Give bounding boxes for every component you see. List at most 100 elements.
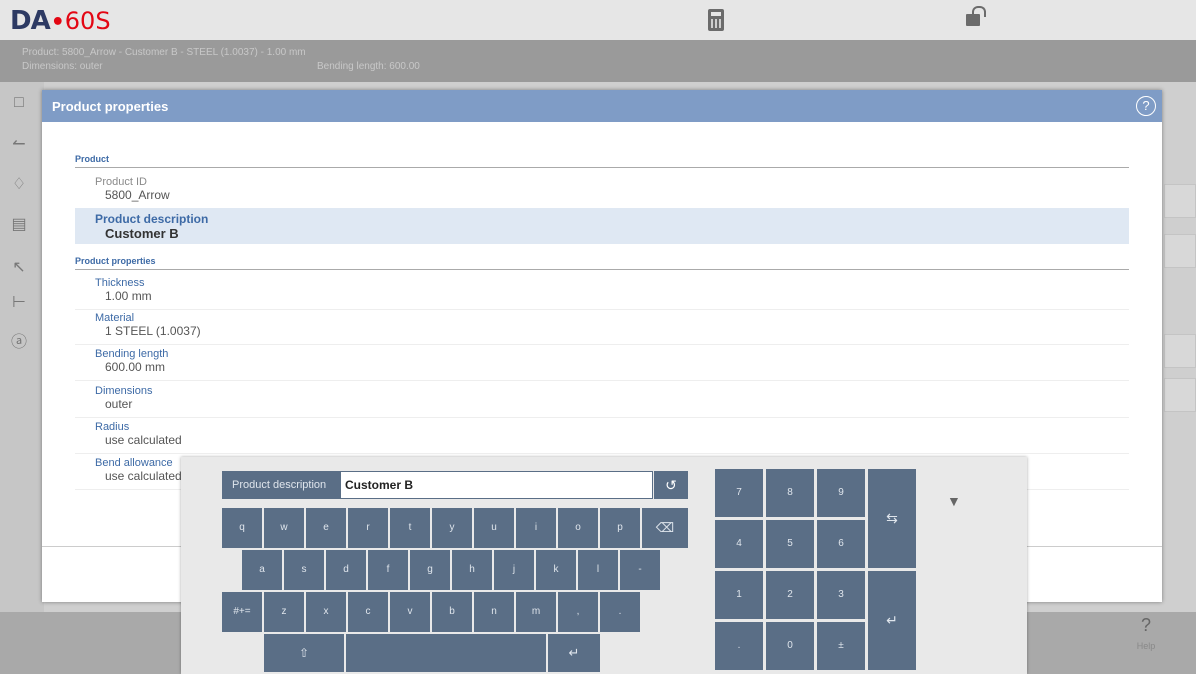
profile-icon[interactable]: ↼	[8, 134, 30, 156]
help-button[interactable]: ? Help	[1128, 615, 1164, 654]
dimensions-row[interactable]: Dimensions outer	[75, 385, 1129, 418]
radius-row[interactable]: Radius use calculated	[75, 421, 1129, 454]
column-icon[interactable]: ⊢	[8, 292, 30, 314]
symbols-key[interactable]: #+=	[222, 592, 262, 632]
numpad-enter-key[interactable]: ↵	[868, 571, 916, 670]
key-dash[interactable]: -	[620, 550, 660, 590]
key-f[interactable]: f	[368, 550, 408, 590]
numpad-6[interactable]: 6	[817, 520, 865, 568]
key-c[interactable]: c	[348, 592, 388, 632]
help-icon: ?	[1140, 615, 1151, 635]
thickness-row[interactable]: Thickness 1.00 mm	[75, 277, 1129, 310]
key-u[interactable]: u	[474, 508, 514, 548]
product-description-label: Product description	[95, 212, 209, 226]
key-e[interactable]: e	[306, 508, 346, 548]
key-h[interactable]: h	[452, 550, 492, 590]
key-r[interactable]: r	[348, 508, 388, 548]
machine-icon[interactable]: ▤	[8, 214, 30, 236]
material-value: 1 STEEL (1.0037)	[105, 324, 201, 338]
key-period[interactable]: .	[600, 592, 640, 632]
numpad-9[interactable]: 9	[817, 469, 865, 517]
keyboard-field-label: Product description	[222, 471, 340, 499]
dimensions-info: Dimensions: outer	[22, 61, 103, 72]
key-w[interactable]: w	[264, 508, 304, 548]
tool-icon[interactable]: ♢	[8, 174, 30, 196]
key-t[interactable]: t	[390, 508, 430, 548]
key-d[interactable]: d	[326, 550, 366, 590]
key-y[interactable]: y	[432, 508, 472, 548]
numpad-8[interactable]: 8	[766, 469, 814, 517]
key-comma[interactable]: ,	[558, 592, 598, 632]
key-z[interactable]: z	[264, 592, 304, 632]
frame-icon[interactable]: □	[8, 92, 30, 114]
dialog-help-icon[interactable]: ?	[1136, 96, 1156, 116]
dimensions-label: Dimensions	[95, 385, 153, 397]
numpad-plus-minus[interactable]: ±	[817, 622, 865, 670]
bending-length-row[interactable]: Bending length 600.00 mm	[75, 348, 1129, 381]
numpad-1[interactable]: 1	[715, 571, 763, 619]
on-screen-keyboard: Product description Customer B ↺ ▼ q w e…	[181, 457, 1027, 674]
enter-key[interactable]: ↵	[548, 634, 600, 672]
product-id-value: 5800_Arrow	[105, 188, 170, 202]
product-id-row[interactable]: Product ID 5800_Arrow	[75, 176, 1129, 206]
logo-text: DA	[10, 6, 51, 36]
help-label: Help	[1136, 641, 1156, 651]
key-s[interactable]: s	[284, 550, 324, 590]
numpad-7[interactable]: 7	[715, 469, 763, 517]
key-k[interactable]: k	[536, 550, 576, 590]
key-v[interactable]: v	[390, 592, 430, 632]
collapse-keyboard-icon[interactable]: ▼	[947, 493, 961, 509]
numpad-3[interactable]: 3	[817, 571, 865, 619]
key-b[interactable]: b	[432, 592, 472, 632]
bending-length-info: Bending length: 600.00	[317, 61, 420, 72]
numpad-decimal[interactable]: .	[715, 622, 763, 670]
bending-length-value: 600.00 mm	[105, 360, 166, 374]
key-x[interactable]: x	[306, 592, 346, 632]
key-g[interactable]: g	[410, 550, 450, 590]
unlock-icon[interactable]	[966, 6, 986, 26]
at-icon[interactable]: ⓐ	[8, 332, 30, 354]
product-info: Product: 5800_Arrow - Customer B - STEEL…	[22, 47, 306, 58]
key-j[interactable]: j	[494, 550, 534, 590]
side-button-2[interactable]	[1164, 234, 1196, 268]
backspace-key[interactable]: ⌫	[642, 508, 688, 548]
undo-icon[interactable]: ↺	[654, 471, 688, 499]
key-q[interactable]: q	[222, 508, 262, 548]
section-product: Product	[75, 154, 1129, 168]
thickness-value: 1.00 mm	[105, 289, 152, 303]
calculator-icon[interactable]	[708, 9, 724, 31]
shift-key[interactable]: ⇧	[264, 634, 344, 672]
material-row[interactable]: Material 1 STEEL (1.0037)	[75, 312, 1129, 345]
side-button-3[interactable]	[1164, 334, 1196, 368]
logo-model: 60S	[64, 7, 111, 35]
logo-dot: •	[50, 10, 65, 35]
bending-length-label: Bending length	[95, 348, 169, 360]
left-toolbar: □ ↼ ♢ ▤ ↖ ⊢ ⓐ	[0, 82, 44, 612]
radius-label: Radius	[95, 421, 130, 433]
product-description-row[interactable]: Product description Customer B	[75, 208, 1129, 244]
numpad-0[interactable]: 0	[766, 622, 814, 670]
keyboard-text-input[interactable]: Customer B	[340, 471, 653, 499]
key-l[interactable]: l	[578, 550, 618, 590]
section-product-properties: Product properties	[75, 256, 1129, 270]
side-button-4[interactable]	[1164, 378, 1196, 412]
dialog-header: Product properties ?	[42, 90, 1162, 122]
numpad-2[interactable]: 2	[766, 571, 814, 619]
product-description-value: Customer B	[105, 226, 179, 241]
key-n[interactable]: n	[474, 592, 514, 632]
side-button-1[interactable]	[1164, 184, 1196, 218]
key-o[interactable]: o	[558, 508, 598, 548]
logo: DA•60S	[10, 6, 111, 36]
space-key[interactable]	[346, 634, 546, 672]
key-a[interactable]: a	[242, 550, 282, 590]
key-m[interactable]: m	[516, 592, 556, 632]
cursor-icon[interactable]: ↖	[8, 257, 30, 279]
key-i[interactable]: i	[516, 508, 556, 548]
numpad-4[interactable]: 4	[715, 520, 763, 568]
product-info-bar: Product: 5800_Arrow - Customer B - STEEL…	[0, 40, 1196, 82]
thickness-label: Thickness	[95, 277, 145, 289]
numpad-5[interactable]: 5	[766, 520, 814, 568]
material-label: Material	[95, 312, 135, 324]
tab-key[interactable]: ⇆	[868, 469, 916, 568]
key-p[interactable]: p	[600, 508, 640, 548]
